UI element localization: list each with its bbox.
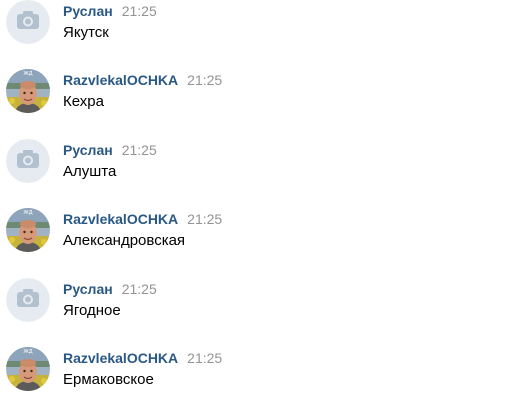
- message-item: ЖД RazvlekalOCHKA 21:25 Ермаковское: [0, 347, 527, 407]
- svg-text:ЖД: ЖД: [23, 349, 32, 355]
- camera-placeholder-icon[interactable]: [6, 139, 50, 183]
- message-item: Руслан 21:25 Алушта: [0, 139, 527, 199]
- svg-text:ЖД: ЖД: [23, 210, 32, 216]
- message-author[interactable]: RazvlekalOCHKA 21:25: [63, 211, 222, 227]
- author-name[interactable]: Руслан: [63, 281, 113, 297]
- user-photo-avatar[interactable]: ЖД: [6, 69, 50, 113]
- user-photo-avatar[interactable]: ЖД: [6, 208, 50, 252]
- author-name[interactable]: Руслан: [63, 3, 113, 19]
- author-name[interactable]: RazvlekalOCHKA: [63, 350, 178, 366]
- message-text: Алушта: [63, 163, 117, 180]
- svg-text:ЖД: ЖД: [23, 71, 32, 77]
- message-author[interactable]: Руслан 21:25: [63, 142, 157, 158]
- message-text: Ягодное: [63, 302, 121, 319]
- message-item: ЖД RazvlekalOCHKA 21:25 Александровская: [0, 208, 527, 268]
- author-name[interactable]: Руслан: [63, 142, 113, 158]
- author-name[interactable]: RazvlekalOCHKA: [63, 72, 178, 88]
- message-item: ЖД RazvlekalOCHKA 21:25 Кехра: [0, 69, 527, 129]
- message-text: Александровская: [63, 232, 186, 249]
- message-author[interactable]: RazvlekalOCHKA 21:25: [63, 72, 222, 88]
- message-item: Руслан 21:25 Ягодное: [0, 278, 527, 338]
- message-time[interactable]: 21:25: [187, 72, 222, 88]
- message-time[interactable]: 21:25: [187, 350, 222, 366]
- message-history: Руслан 21:25 Якутск ЖД RazvlekalOCHKA 21…: [0, 0, 527, 413]
- message-item: Руслан 21:25 Якутск: [0, 0, 527, 60]
- message-text: Якутск: [63, 24, 109, 41]
- message-text: Кехра: [63, 93, 104, 110]
- camera-placeholder-icon[interactable]: [6, 278, 50, 322]
- message-time[interactable]: 21:25: [122, 142, 157, 158]
- message-time[interactable]: 21:25: [187, 211, 222, 227]
- message-time[interactable]: 21:25: [122, 3, 157, 19]
- message-author[interactable]: Руслан 21:25: [63, 3, 157, 19]
- camera-placeholder-icon[interactable]: [6, 0, 50, 44]
- author-name[interactable]: RazvlekalOCHKA: [63, 211, 178, 227]
- user-photo-avatar[interactable]: ЖД: [6, 347, 50, 391]
- message-time[interactable]: 21:25: [122, 281, 157, 297]
- message-text: Ермаковское: [63, 371, 154, 388]
- message-author[interactable]: Руслан 21:25: [63, 281, 157, 297]
- message-author[interactable]: RazvlekalOCHKA 21:25: [63, 350, 222, 366]
